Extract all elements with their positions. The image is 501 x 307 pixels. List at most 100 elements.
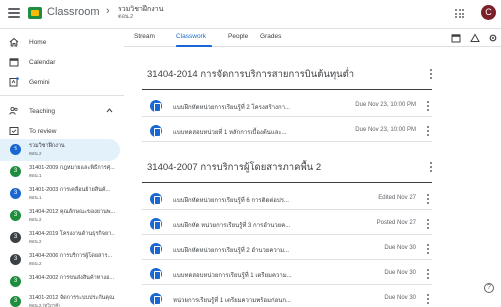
item-more-options-icon[interactable] bbox=[426, 294, 429, 304]
sidebar-item-label: Gemini bbox=[29, 78, 50, 86]
sidebar-class-item[interactable]: 3 31404-2006 การบริการผู้โดยสาร... ตอน.2 bbox=[0, 249, 120, 271]
tab-people[interactable]: People bbox=[228, 33, 248, 40]
sidebar-divider bbox=[0, 95, 124, 96]
class-avatar: 3 bbox=[10, 166, 21, 177]
sidebar-item-label: Calendar bbox=[29, 58, 56, 66]
class-tabs: Stream Classwork People Grades bbox=[124, 29, 501, 47]
classroom-logo-icon[interactable] bbox=[28, 7, 42, 19]
sidebar-class-item[interactable]: 3 31401-2012 จัดการระบบประกันคุณ... ตอน.2 … bbox=[0, 291, 120, 307]
classwork-item-title: แบบฝึกหัดหน่วยการเรียนรู้ที่ 2 อำนวยความ… bbox=[173, 248, 290, 254]
home-icon bbox=[9, 37, 19, 47]
class-section: ตอน.2 bbox=[29, 217, 42, 222]
calendar-icon bbox=[9, 58, 19, 67]
class-name: รวมวิชาฝึกงาน bbox=[29, 143, 65, 149]
topic-more-options-icon[interactable] bbox=[429, 162, 432, 172]
tab-stream[interactable]: Stream bbox=[134, 33, 155, 40]
class-avatar: 3 bbox=[10, 188, 21, 199]
breadcrumb-class-section: ตอน.2 bbox=[118, 14, 134, 20]
settings-gear-icon[interactable] bbox=[488, 33, 498, 43]
class-name: 31404-2002 การขนส่งสินค้าทางอ... bbox=[29, 275, 114, 281]
class-avatar: 3 bbox=[10, 276, 21, 287]
assignment-icon bbox=[150, 243, 162, 255]
assignment-icon bbox=[150, 268, 162, 280]
class-avatar: 3 bbox=[10, 232, 21, 243]
main-menu-icon[interactable] bbox=[8, 8, 20, 18]
class-name: 31404-2006 การบริการผู้โดยสาร... bbox=[29, 253, 113, 259]
class-section: ตอน.2 bbox=[29, 239, 42, 244]
sidebar-class-item[interactable]: 3 31404-2019 โครงงานด้านธุรกิจยา... ตอน.2 bbox=[0, 227, 120, 249]
class-avatar: 3 bbox=[10, 254, 21, 265]
classwork-item-date: Due Nov 23, 10:00 PM bbox=[355, 102, 416, 108]
sidebar-class-item[interactable]: ร รวมวิชาฝึกงาน ตอน.2 bbox=[0, 139, 120, 161]
google-apps-icon[interactable] bbox=[455, 9, 464, 18]
classwork-item-date: Edited Nov 27 bbox=[378, 195, 416, 201]
sidebar-item-to-review[interactable]: To review bbox=[0, 123, 124, 139]
topic-divider bbox=[142, 89, 432, 90]
classwork-item-title: แบบทดสอบหน่วยที่ 1 หลักการเบื้องต้นและ..… bbox=[173, 130, 287, 136]
app-title[interactable]: Classroom bbox=[47, 6, 100, 18]
classwork-item[interactable]: แบบฝึกหัด หน่วยการเรียนรู้ที่ 3 การอำนวย… bbox=[142, 213, 432, 235]
item-more-options-icon[interactable] bbox=[426, 269, 429, 279]
classwork-item-date: Due Nov 30 bbox=[384, 295, 416, 301]
classwork-item-date: Due Nov 30 bbox=[384, 270, 416, 276]
sidebar-item-label: Teaching bbox=[29, 107, 56, 115]
sidebar-class-item[interactable]: 3 31401-2009 กฎหมายและพิธีการศุ... ตอน.1 bbox=[0, 161, 120, 183]
classwork-item[interactable]: แบบฝึกหัดหน่วยการเรียนรู้ที่ 6 การติดต่อ… bbox=[142, 188, 432, 210]
item-more-options-icon[interactable] bbox=[426, 219, 429, 229]
topic-title: 31404-2007 การบริการผู้โดยสารภาคพื้น 2 bbox=[147, 162, 322, 173]
sidebar-item-home[interactable]: Home bbox=[0, 34, 124, 50]
account-avatar[interactable]: C bbox=[481, 5, 496, 20]
sidebar-class-item[interactable]: 3 31401-2003 การเคลื่อนย้ายสินค้... ตอน.1 bbox=[0, 183, 120, 205]
class-avatar: ร bbox=[10, 144, 21, 155]
sidebar-item-gemini[interactable]: Gemini bbox=[0, 74, 124, 90]
assignment-icon bbox=[150, 100, 162, 112]
item-more-options-icon[interactable] bbox=[426, 101, 429, 111]
sidebar-item-teaching[interactable]: Teaching bbox=[0, 103, 124, 119]
tab-classwork[interactable]: Classwork bbox=[176, 33, 206, 40]
class-name: 31401-2003 การเคลื่อนย้ายสินค้... bbox=[29, 187, 111, 193]
class-avatar: 3 bbox=[10, 210, 21, 221]
class-name: 31401-2009 กฎหมายและพิธีการศุ... bbox=[29, 165, 115, 171]
topic-more-options-icon[interactable] bbox=[429, 69, 432, 79]
assignment-icon bbox=[150, 193, 162, 205]
assignment-icon bbox=[150, 293, 162, 305]
class-section: ตอน.2 (ทวิภาคี) bbox=[29, 303, 60, 307]
sidebar-class-item[interactable]: 3 31404-2002 การขนส่งสินค้าทางอ... bbox=[0, 271, 120, 293]
class-section: ตอน.1 bbox=[29, 173, 42, 178]
class-name: 31404-2019 โครงงานด้านธุรกิจยา... bbox=[29, 231, 115, 237]
classwork-item-date: Due Nov 30 bbox=[384, 245, 416, 251]
chevron-up-icon[interactable] bbox=[106, 108, 113, 113]
item-more-options-icon[interactable] bbox=[426, 126, 429, 136]
classwork-item-title: แบบฝึกหัด หน่วยการเรียนรู้ที่ 3 การอำนวย… bbox=[173, 223, 291, 229]
to-review-icon bbox=[9, 127, 19, 135]
classwork-item[interactable]: แบบฝึกหัดหน่วยการเรียนรู้ที่ 2 อำนวยความ… bbox=[142, 238, 432, 260]
classwork-item-title: หน่วยการเรียนรู้ที่ 1 เตรียมความพร้อมก่อ… bbox=[173, 298, 291, 304]
class-name: 31401-2012 จัดการระบบประกันคุณ... bbox=[29, 295, 115, 301]
sidebar-class-item[interactable]: 3 31404-2012 คุณลักษณะของยานพ... ตอน.2 bbox=[0, 205, 120, 227]
teaching-icon bbox=[9, 106, 18, 115]
top-app-bar: Classroom › รวมวิชาฝึกงาน ตอน.2 C bbox=[0, 0, 501, 29]
sidebar-item-calendar[interactable]: Calendar bbox=[0, 54, 124, 70]
class-name: 31404-2012 คุณลักษณะของยานพ... bbox=[29, 209, 115, 215]
classwork-item[interactable]: แบบทดสอบหน่วยการเรียนรู้ที่ 1 เตรียมความ… bbox=[142, 263, 432, 285]
gemini-icon bbox=[9, 77, 19, 87]
help-icon[interactable]: ? bbox=[484, 283, 494, 293]
classwork-item-title: แบบฝึกหัดหน่วยการเรียนรู้ที่ 6 การติดต่อ… bbox=[173, 198, 289, 204]
calendar-view-icon[interactable] bbox=[451, 33, 461, 43]
topic-divider bbox=[142, 182, 432, 183]
tab-grades[interactable]: Grades bbox=[260, 33, 281, 40]
classwork-item-title: แบบฝึกหัดหน่วยการเรียนรู้ที่ 2 โครงสร้าง… bbox=[173, 105, 290, 111]
item-more-options-icon[interactable] bbox=[426, 194, 429, 204]
breadcrumb-separator: › bbox=[106, 5, 110, 17]
classwork-main: 31404-2014 การจัดการบริการสายการบินต้นทุ… bbox=[124, 47, 501, 307]
class-section: ตอน.1 bbox=[29, 195, 42, 200]
class-section: ตอน.2 bbox=[29, 261, 42, 266]
drive-folder-icon[interactable] bbox=[470, 33, 480, 43]
classwork-item-date: Due Nov 23, 10:00 PM bbox=[355, 127, 416, 133]
sidebar-item-label: To review bbox=[29, 127, 57, 135]
classwork-item[interactable]: แบบทดสอบหน่วยที่ 1 หลักการเบื้องต้นและ..… bbox=[142, 120, 432, 142]
item-more-options-icon[interactable] bbox=[426, 244, 429, 254]
classwork-item[interactable]: แบบฝึกหัดหน่วยการเรียนรู้ที่ 2 โครงสร้าง… bbox=[142, 95, 432, 117]
sidebar: Home Calendar Gemini Teaching To review … bbox=[0, 29, 124, 307]
classwork-item[interactable]: หน่วยการเรียนรู้ที่ 1 เตรียมความพร้อมก่อ… bbox=[142, 288, 432, 307]
